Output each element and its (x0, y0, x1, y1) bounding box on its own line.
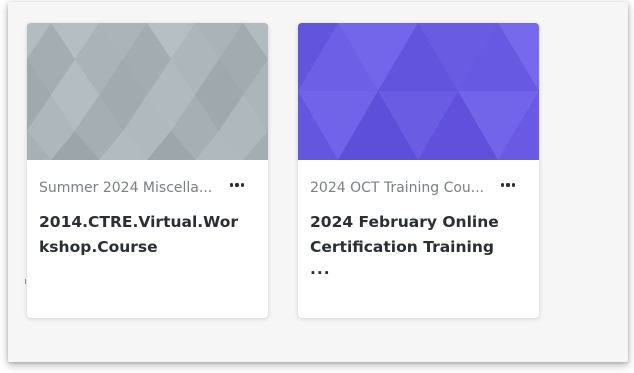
course-grid-panel: Summer 2024 Miscella... 2014.CTRE.Virtua… (8, 2, 628, 362)
course-banner-image[interactable] (27, 23, 268, 160)
scroll-edge-marker (25, 279, 26, 284)
course-card-body: Summer 2024 Miscella... 2014.CTRE.Virtua… (27, 160, 268, 260)
course-options-button[interactable] (226, 177, 248, 193)
course-title[interactable]: 2024 February Online Certification Train… (310, 210, 510, 260)
course-title-ellipsis: ... (310, 260, 331, 278)
course-card[interactable]: Summer 2024 Miscella... 2014.CTRE.Virtua… (27, 23, 268, 318)
course-title[interactable]: 2014.CTRE.Virtual.Workshop.Course (39, 210, 239, 260)
course-category: Summer 2024 Miscella... (39, 180, 213, 196)
course-options-button[interactable] (497, 177, 519, 193)
course-category: 2024 OCT Training Cou... (310, 180, 485, 196)
course-card-body: 2024 OCT Training Cou... 2024 February O… (298, 160, 539, 278)
course-card[interactable]: 2024 OCT Training Cou... 2024 February O… (298, 23, 539, 318)
more-horizontal-icon (226, 177, 248, 193)
course-banner-image[interactable] (298, 23, 539, 160)
more-horizontal-icon (497, 177, 519, 193)
